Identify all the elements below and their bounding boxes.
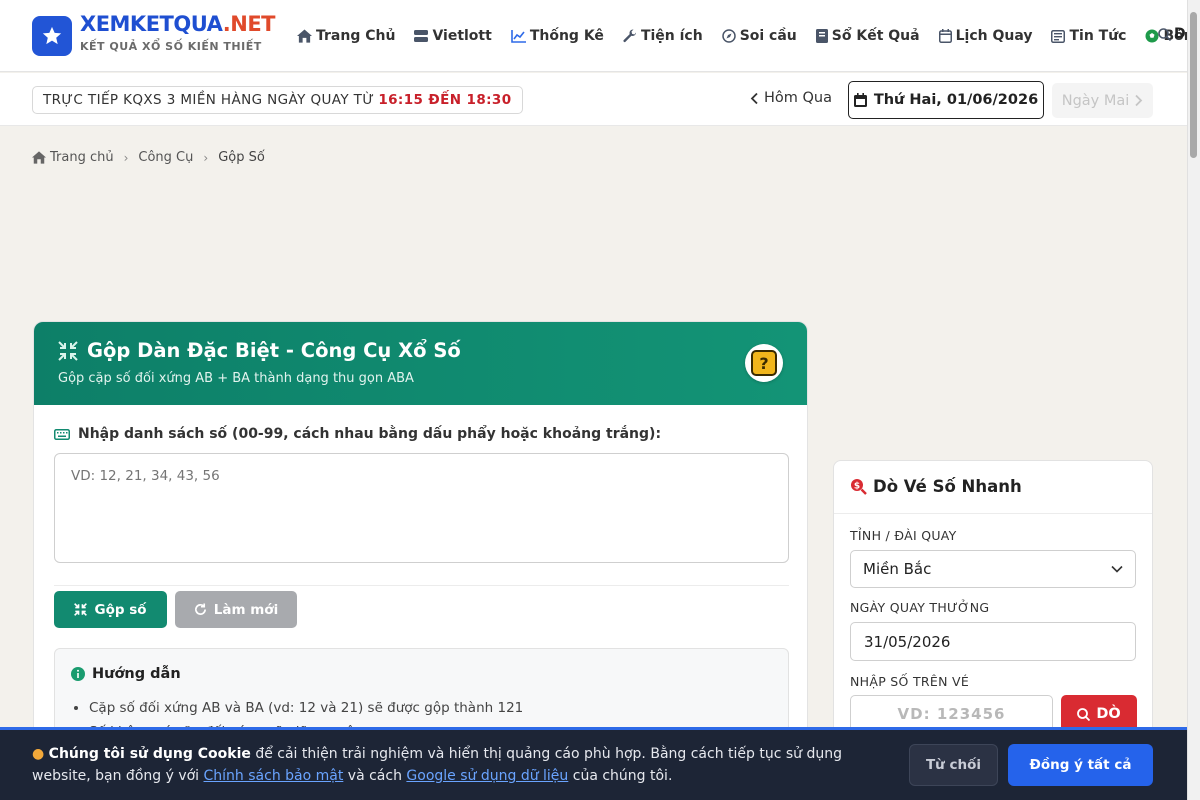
next-day-button[interactable]: Ngày Mai xyxy=(1052,83,1153,118)
province-label: TỈNH / ĐÀI QUAY xyxy=(850,528,957,543)
live-time: 16:15 ĐẾN 18:30 xyxy=(378,92,512,108)
decline-cookies-button[interactable]: Từ chối xyxy=(909,744,998,786)
compress-arrows-icon xyxy=(58,340,78,361)
logo-star-icon[interactable] xyxy=(32,16,72,56)
main-nav: Trang Chủ Vietlott Thống Kê Tiện ích Soi… xyxy=(297,26,1200,46)
numbers-input[interactable] xyxy=(54,453,789,563)
compress-arrows-icon xyxy=(74,603,88,616)
card-header: Gộp Dàn Đặc Biệt - Công Cụ Xổ Số Gộp cặp… xyxy=(34,322,807,405)
nav-item-tin-tuc[interactable]: Tin Tức xyxy=(1051,26,1126,46)
guide-item: Cặp số đối xứng AB và BA (vd: 12 và 21) … xyxy=(89,696,523,720)
search-button[interactable]: D xyxy=(1158,26,1186,42)
search-dollar-icon: $ xyxy=(851,479,867,495)
sidebar-title: $ Dò Vé Số Nhanh xyxy=(850,477,1022,496)
wrench-icon xyxy=(623,29,636,43)
live-schedule-notice: TRỰC TIẾP KQXS 3 MIỀN HÀNG NGÀY QUAY TỪ … xyxy=(32,86,523,114)
draw-date-label: NGÀY QUAY THƯỞNG xyxy=(850,600,990,615)
nav-item-tien-ich[interactable]: Tiện ích xyxy=(623,26,703,46)
home-icon xyxy=(297,29,312,43)
divider xyxy=(834,513,1152,514)
compass-icon xyxy=(721,29,736,43)
cookie-message: ● Chúng tôi sử dụng Cookie để cải thiện … xyxy=(32,746,842,784)
search-icon xyxy=(1158,27,1171,41)
date-bar: TRỰC TIẾP KQXS 3 MIỀN HÀNG NGÀY QUAY TỪ … xyxy=(0,73,1187,126)
logo-subtitle: KẾT QUẢ XỔ SỐ KIẾN THIẾT xyxy=(80,40,262,53)
nav-item-thong-ke[interactable]: Thống Kê xyxy=(511,26,604,46)
breadcrumb-current: Gộp Số xyxy=(218,150,265,165)
search-icon xyxy=(1077,707,1091,721)
card-subtitle: Gộp cặp số đối xứng AB + BA thành dạng t… xyxy=(58,371,414,386)
server-icon xyxy=(414,29,429,42)
ticket-number-label: NHẬP SỐ TRÊN VÉ xyxy=(850,674,970,689)
accept-cookies-button[interactable]: Đồng ý tất cả xyxy=(1008,744,1153,786)
prev-day-button[interactable]: Hôm Qua xyxy=(750,90,832,106)
privacy-policy-link[interactable]: Chính sách bảo mật xyxy=(204,768,344,784)
breadcrumb-tools[interactable]: Công Cụ xyxy=(138,150,193,165)
chevron-down-icon xyxy=(1111,565,1123,573)
scrollbar-thumb[interactable] xyxy=(1190,12,1197,158)
nav-item-vietlott[interactable]: Vietlott xyxy=(414,26,492,46)
current-date-button[interactable]: Thứ Hai, 01/06/2026 xyxy=(848,81,1044,119)
google-data-link[interactable]: Google sử dụng dữ liệu xyxy=(406,768,568,784)
chevron-left-icon xyxy=(750,92,758,104)
keyboard-icon xyxy=(54,428,70,440)
nav-item-soi-cau[interactable]: Soi cầu xyxy=(721,26,797,46)
cookie-icon: ● xyxy=(32,746,45,762)
reset-button[interactable]: Làm mới xyxy=(175,591,297,628)
refresh-icon xyxy=(194,603,206,615)
logo-title[interactable]: XEMKETQUA.NET xyxy=(80,12,276,36)
guide-title: Hướng dẫn xyxy=(71,666,181,682)
chart-line-icon xyxy=(511,29,526,43)
calendar-icon xyxy=(938,29,952,43)
card-title: Gộp Dàn Đặc Biệt - Công Cụ Xổ Số xyxy=(58,339,461,362)
book-icon xyxy=(815,29,828,43)
numbers-input-label: Nhập danh sách số (00-99, cách nhau bằng… xyxy=(54,426,661,442)
chevron-right-icon: › xyxy=(123,150,129,165)
draw-date-input[interactable]: 31/05/2026 xyxy=(850,622,1136,661)
info-icon xyxy=(71,667,85,681)
question-block-icon: ? xyxy=(745,344,783,382)
cookie-banner: ● Chúng tôi sử dụng Cookie để cải thiện … xyxy=(0,727,1187,800)
nav-item-so-ket-qua[interactable]: Sổ Kết Quả xyxy=(815,26,920,46)
svg-text:?: ? xyxy=(759,354,768,373)
chevron-right-icon: › xyxy=(203,150,209,165)
calendar-icon xyxy=(853,93,867,107)
home-icon xyxy=(32,151,46,164)
divider xyxy=(54,585,789,586)
nav-item-trang-chu[interactable]: Trang Chủ xyxy=(297,26,395,46)
newspaper-icon xyxy=(1051,29,1066,43)
page-scrollbar[interactable] xyxy=(1187,0,1200,800)
breadcrumb-home[interactable]: Trang chủ xyxy=(50,150,114,165)
chevron-right-icon xyxy=(1135,94,1143,107)
svg-text:$: $ xyxy=(854,482,860,492)
merge-button[interactable]: Gộp số xyxy=(54,591,167,628)
province-select[interactable]: Miền Bắc xyxy=(850,550,1136,588)
site-header: XEMKETQUA.NET KẾT QUẢ XỔ SỐ KIẾN THIẾT T… xyxy=(0,0,1200,72)
nav-item-lich-quay[interactable]: Lịch Quay xyxy=(938,26,1032,46)
breadcrumb: Trang chủ › Công Cụ › Gộp Số xyxy=(32,150,265,165)
